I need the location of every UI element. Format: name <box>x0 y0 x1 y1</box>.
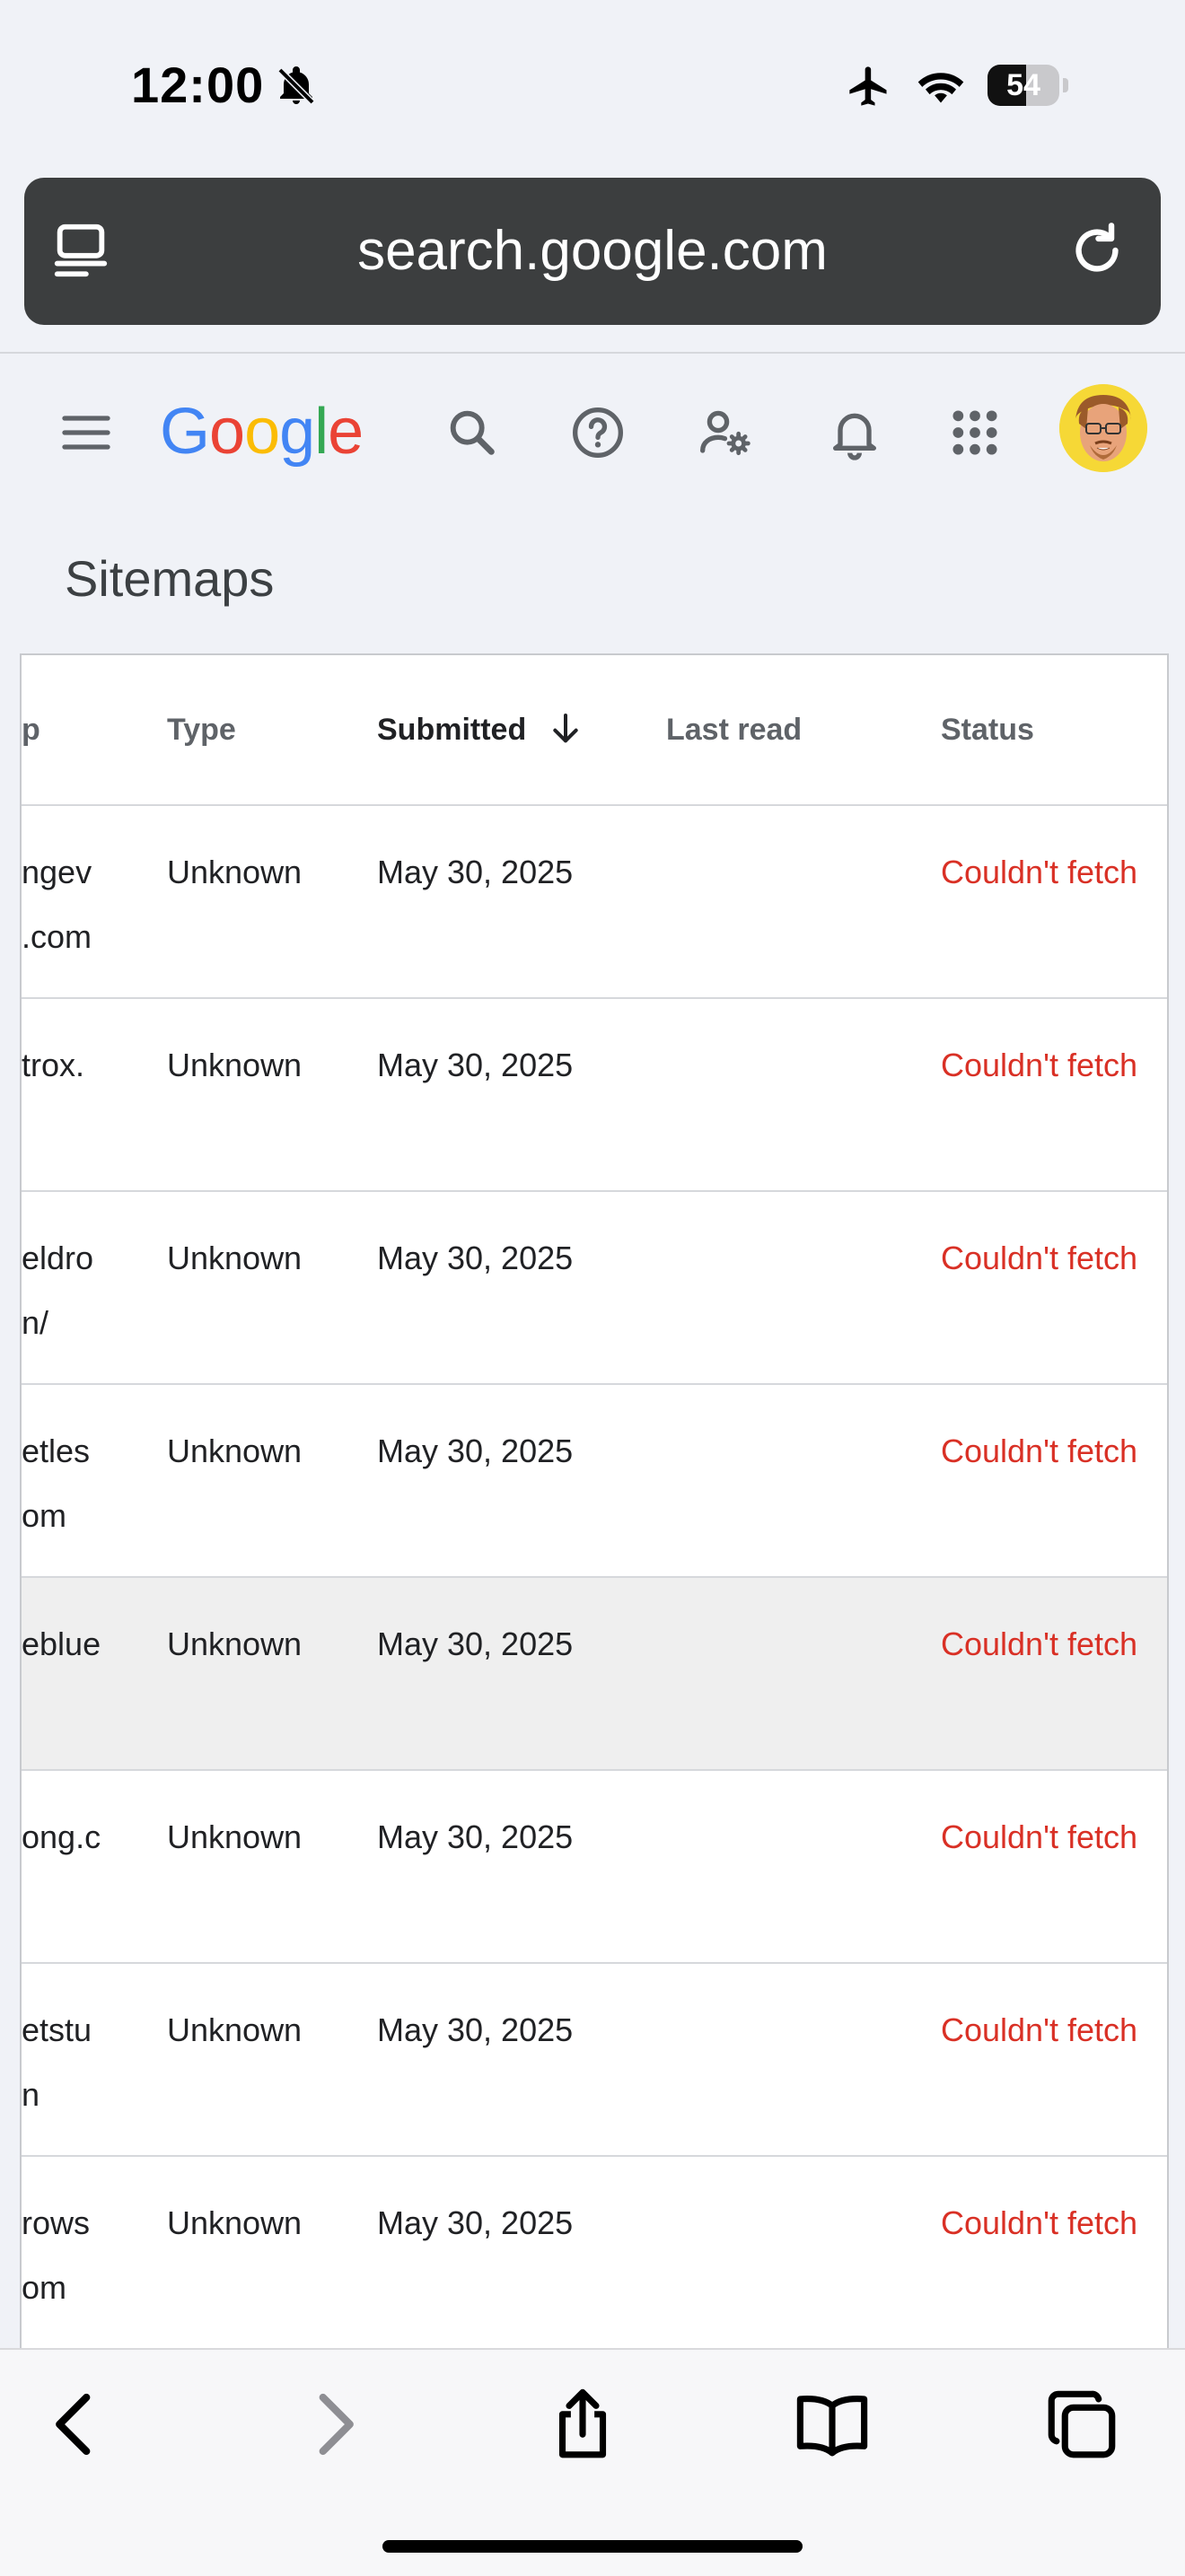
status-time: 12:00 <box>131 57 265 113</box>
sitemap-url-cell: rows om <box>22 2204 91 2306</box>
sitemap-url-cell: etles om <box>22 1433 91 1534</box>
bell-off-icon <box>277 66 315 105</box>
tabs-icon[interactable] <box>1041 2384 1122 2465</box>
status-cell: Couldn't fetch <box>941 2011 1138 2048</box>
address-bar[interactable]: search.google.com <box>24 178 1161 325</box>
status-cell: Couldn't fetch <box>941 1047 1138 1083</box>
url-text[interactable]: search.google.com <box>24 178 1161 325</box>
sort-descending-icon[interactable] <box>548 709 584 749</box>
sitemap-url-cell: etstu n <box>22 2011 92 2113</box>
table-row[interactable]: eblue Unknown May 30, 2025 Couldn't fetch <box>22 1578 1167 1771</box>
sitemap-url-cell: ngev .com <box>22 854 92 955</box>
logo-letter: g <box>279 396 315 468</box>
status-cell: Couldn't fetch <box>941 1625 1138 1662</box>
notifications-icon[interactable] <box>826 404 883 461</box>
submitted-cell: May 30, 2025 <box>377 1433 574 1469</box>
status-cell: Couldn't fetch <box>941 1433 1138 1469</box>
status-cell: Couldn't fetch <box>941 2204 1138 2241</box>
logo-letter: l <box>314 396 329 468</box>
type-cell: Unknown <box>167 1625 303 1662</box>
submitted-cell: May 30, 2025 <box>377 1818 574 1855</box>
reload-icon[interactable] <box>1066 219 1128 282</box>
logo-letter: o <box>244 396 280 468</box>
type-cell: Unknown <box>167 1433 303 1469</box>
submitted-cell: May 30, 2025 <box>377 2204 574 2241</box>
avatar[interactable] <box>1059 384 1147 472</box>
search-icon[interactable] <box>443 404 501 461</box>
page-title: Sitemaps <box>65 550 275 607</box>
table-row[interactable]: ngev .com Unknown May 30, 2025 Couldn't fet… <box>22 806 1167 999</box>
column-header-status[interactable]: Status <box>941 655 1034 804</box>
table-row[interactable]: ong.c Unknown May 30, 2025 Couldn't fetch <box>22 1771 1167 1964</box>
table-row[interactable]: trox. Unknown May 30, 2025 Couldn't fetch <box>22 999 1167 1192</box>
type-cell: Unknown <box>167 1240 303 1276</box>
type-cell: Unknown <box>167 1047 303 1083</box>
type-cell: Unknown <box>167 1818 303 1855</box>
home-indicator[interactable] <box>382 2540 803 2553</box>
type-cell: Unknown <box>167 854 303 890</box>
column-header-sitemap[interactable]: p <box>22 655 40 804</box>
sitemap-url-cell: eldro n/ <box>22 1240 94 1341</box>
table-row[interactable]: etstu n Unknown May 30, 2025 Couldn't fetch <box>22 1964 1167 2157</box>
column-header-type[interactable]: Type <box>167 655 236 804</box>
sitemaps-table: p Type Submitted Last read Status ngev .… <box>20 653 1169 2350</box>
battery-percent: 54 <box>1006 68 1040 102</box>
type-cell: Unknown <box>167 2204 303 2241</box>
submitted-cell: May 30, 2025 <box>377 2011 574 2048</box>
airplane-icon <box>849 66 887 106</box>
logo-letter: o <box>209 396 245 468</box>
apps-icon[interactable] <box>946 404 1004 461</box>
battery-icon: 54 <box>988 65 1068 106</box>
menu-icon[interactable] <box>57 404 115 461</box>
table-row[interactable]: rows om Unknown May 30, 2025 Couldn't fetch <box>22 2157 1167 2350</box>
wifi-icon <box>917 73 964 103</box>
table-header: p Type Submitted Last read Status <box>22 655 1167 806</box>
sitemap-url-cell: ong.c <box>22 1818 101 1855</box>
bookmarks-icon[interactable] <box>792 2384 873 2465</box>
column-header-submitted[interactable]: Submitted <box>377 655 526 804</box>
status-bar: 12:00 54 <box>0 0 1185 171</box>
google-logo[interactable]: Google <box>160 395 364 469</box>
status-cell: Couldn't fetch <box>941 1818 1138 1855</box>
forward-icon[interactable] <box>293 2384 373 2465</box>
help-icon[interactable] <box>569 404 627 461</box>
column-header-last-read[interactable]: Last read <box>666 655 802 804</box>
submitted-cell: May 30, 2025 <box>377 854 574 890</box>
submitted-cell: May 30, 2025 <box>377 1240 574 1276</box>
table-row[interactable]: eldro n/Unknown May 30, 2025 Couldn't fetc… <box>22 1192 1167 1385</box>
logo-letter: G <box>160 396 210 468</box>
sitemap-url-cell: eblue <box>22 1625 101 1662</box>
type-cell: Unknown <box>167 2011 303 2048</box>
logo-letter: e <box>328 396 364 468</box>
admin-settings-icon[interactable] <box>697 404 754 461</box>
sitemap-url-cell: trox. <box>22 1047 85 1083</box>
status-cell: Couldn't fetch <box>941 854 1138 890</box>
table-row[interactable]: etles om Unknown May 30, 2025 Couldn't fetc… <box>22 1385 1167 1578</box>
submitted-cell: May 30, 2025 <box>377 1047 574 1083</box>
share-icon[interactable] <box>542 2384 623 2465</box>
submitted-cell: May 30, 2025 <box>377 1625 574 1662</box>
back-icon[interactable] <box>36 2384 117 2465</box>
status-cell: Couldn't fetch <box>941 1240 1138 1276</box>
